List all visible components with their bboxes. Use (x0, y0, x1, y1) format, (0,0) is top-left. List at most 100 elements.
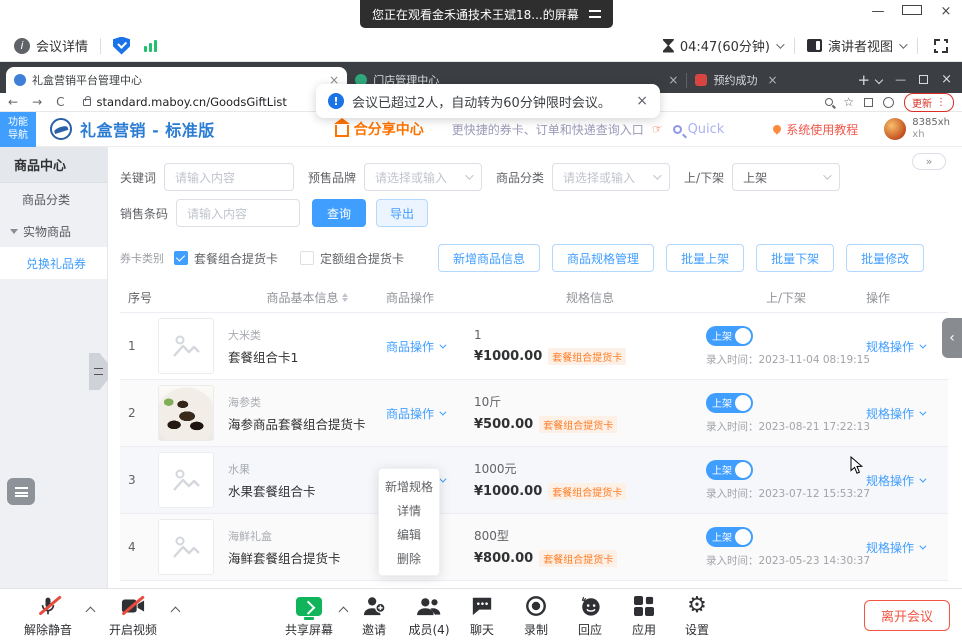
spec-op-link[interactable]: 规格操作 (866, 514, 948, 580)
add-product-button[interactable]: 新增商品信息 (438, 244, 540, 272)
view-dropdown-icon[interactable] (899, 40, 907, 48)
tab-search-icon[interactable] (875, 75, 883, 83)
chevron-down-icon (919, 408, 926, 415)
lock-icon[interactable] (83, 99, 91, 106)
product-name: 海鲜套餐组合提货卡 (228, 548, 386, 567)
profile-icon[interactable] (883, 97, 894, 108)
quick-search-icon[interactable] (673, 125, 682, 134)
promo-text: 更快捷的券卡、订单和快递查询入口 (452, 121, 644, 138)
network-signal-icon[interactable] (144, 40, 157, 52)
url-text[interactable]: standard.maboy.cn/GoodsGiftList (97, 95, 287, 109)
spec-op-link[interactable]: 规格操作 (866, 380, 948, 446)
search-button[interactable]: 查询 (312, 199, 366, 227)
browser-minimize-button[interactable]: — (895, 73, 906, 86)
quick-link[interactable]: Quick (688, 122, 725, 137)
banner-menu-icon[interactable] (589, 10, 601, 18)
keyword-input[interactable]: 请输入内容 (164, 163, 294, 191)
spec-manage-button[interactable]: 商品规格管理 (552, 244, 654, 272)
share-screen-button[interactable]: 共享屏幕 (283, 594, 335, 638)
sidebar-item-category[interactable]: 商品分类 (0, 183, 107, 215)
reader-icon[interactable] (864, 98, 873, 107)
menu-item-add-spec[interactable]: 新增规格 (379, 474, 439, 498)
maximize-button[interactable] (902, 4, 922, 19)
notice-close-icon[interactable]: × (636, 93, 648, 109)
user-avatar[interactable] (884, 118, 906, 140)
user-info[interactable]: 8385xh xh (912, 117, 950, 142)
col-basic-info[interactable]: 商品基本信息 (228, 289, 386, 306)
meeting-details-link[interactable]: 会议详情 (36, 36, 88, 55)
shelf-toggle[interactable]: 上架 (706, 393, 753, 413)
table-row: 3 水果 水果套餐组合卡 商品操作 1000元 ¥1000.00套餐组合提货卡 … (120, 447, 948, 514)
apps-grid-icon (634, 594, 655, 618)
settings-button[interactable]: ⚙ 设置 (675, 594, 719, 638)
share-center-link[interactable]: 合分享中心 (335, 119, 424, 139)
mic-options-chevron[interactable] (86, 607, 96, 617)
new-tab-button[interactable]: + (858, 71, 871, 89)
view-mode-selector[interactable]: 演讲者视图 (828, 36, 893, 55)
menu-item-detail[interactable]: 详情 (379, 498, 439, 522)
sidebar-item-gift-voucher[interactable]: 兑换礼品券 (0, 247, 107, 279)
invite-person-icon (362, 594, 386, 618)
right-panel-collapse-handle[interactable]: ‹ (942, 318, 962, 358)
refresh-icon[interactable]: C (56, 95, 64, 109)
minimize-button[interactable]: — (868, 4, 888, 19)
batch-edit-button[interactable]: 批量修改 (846, 244, 924, 272)
shelf-toggle[interactable]: 上架 (706, 527, 753, 547)
batch-on-shelf-button[interactable]: 批量上架 (666, 244, 744, 272)
spec-op-link[interactable]: 规格操作 (866, 447, 948, 513)
tutorial-link[interactable]: 系统使用教程 (773, 121, 858, 138)
shelf-toggle[interactable]: 上架 (706, 460, 753, 480)
chevron-down-icon (439, 475, 446, 482)
menu-item-edit[interactable]: 编辑 (379, 522, 439, 546)
expand-filters-button[interactable]: » (912, 153, 946, 170)
meeting-timer[interactable]: 04:47(60分钟) (680, 36, 770, 55)
record-button[interactable]: 录制 (514, 594, 558, 638)
export-button[interactable]: 导出 (376, 199, 428, 227)
browser-maximize-button[interactable] (919, 75, 928, 84)
product-op-link[interactable]: 商品操作 (386, 313, 474, 379)
invite-button[interactable]: 邀请 (352, 594, 396, 638)
chat-button[interactable]: 聊天 (460, 594, 504, 638)
sort-icon[interactable] (342, 293, 348, 302)
apps-button[interactable]: 应用 (622, 594, 666, 638)
share-options-chevron[interactable] (339, 607, 349, 617)
sidebar-item-physical-goods[interactable]: 实物商品 (0, 215, 107, 247)
floating-list-button[interactable] (7, 478, 35, 505)
tab-close-icon[interactable]: × (668, 73, 678, 87)
browser-close-button[interactable]: × (941, 72, 952, 87)
spec-op-link[interactable]: 规格操作 (866, 313, 948, 379)
tab-close-icon[interactable]: × (767, 73, 777, 87)
browser-update-button[interactable]: 更新⋮ (904, 93, 954, 112)
menu-item-delete[interactable]: 删除 (379, 546, 439, 570)
forward-icon[interactable]: → (32, 95, 42, 109)
start-video-button[interactable]: 开启视频 (95, 594, 171, 638)
leave-meeting-button[interactable]: 离开会议 (864, 600, 950, 631)
category-select[interactable]: 请选择或输入 (552, 163, 670, 191)
batch-off-shelf-button[interactable]: 批量下架 (756, 244, 834, 272)
bookmark-star-icon[interactable]: ☆ (843, 95, 854, 109)
shelf-select[interactable]: 上架 (732, 163, 840, 191)
barcode-input[interactable]: 请输入内容 (176, 199, 300, 227)
product-op-link[interactable]: 商品操作 (386, 380, 474, 446)
timer-dropdown-icon[interactable] (776, 40, 784, 48)
sidebar-collapse-tab[interactable] (89, 353, 108, 390)
combo-card-checkbox[interactable] (174, 251, 188, 265)
fixed-card-checkbox[interactable] (300, 251, 314, 265)
brand-select[interactable]: 请选择或输入 (364, 163, 482, 191)
zoom-icon[interactable] (825, 98, 833, 106)
browser-tab-1[interactable]: 礼盒营销平台管理中心 × (6, 67, 347, 93)
reactions-button[interactable]: 回应 (568, 594, 612, 638)
shelf-toggle[interactable]: 上架 (706, 326, 753, 346)
nav-badge[interactable]: 功能 导航 (0, 112, 36, 147)
fullscreen-icon[interactable] (934, 39, 948, 53)
video-options-chevron[interactable] (171, 607, 181, 617)
unmute-button[interactable]: 解除静音 (10, 594, 86, 638)
members-button[interactable]: 成员(4) (400, 594, 458, 638)
browser-tab-3[interactable]: 预约成功 × (687, 67, 849, 93)
pointer-hand-icon: ☞ (651, 121, 664, 137)
back-icon[interactable]: ← (8, 95, 18, 109)
mouse-cursor (850, 456, 864, 478)
security-shield-icon[interactable] (113, 37, 130, 55)
close-button[interactable]: × (936, 4, 956, 19)
watching-banner: 您正在观看金禾通技术王斌18...的屏幕 (360, 0, 613, 28)
